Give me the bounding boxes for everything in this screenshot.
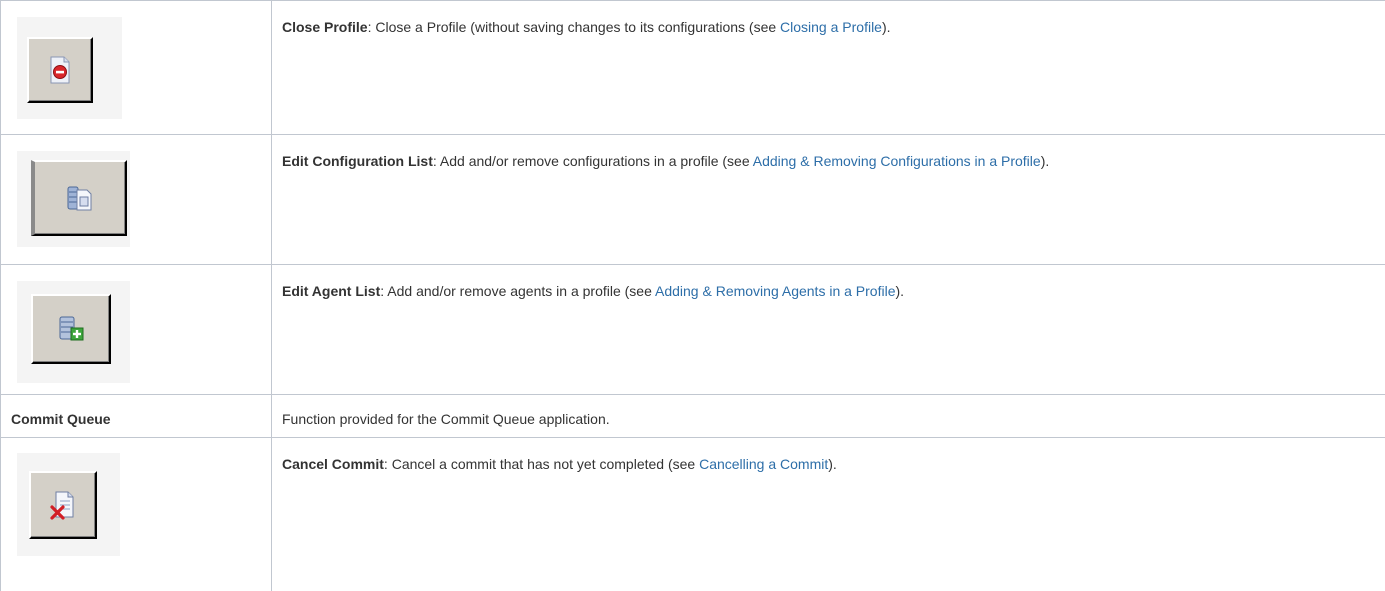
description-text: Add and/or remove agents in a profile (s… <box>387 283 655 299</box>
table-row: Cancel Commit: Cancel a commit that has … <box>1 438 1385 591</box>
description-cell: Cancel Commit: Cancel a commit that has … <box>272 438 1385 591</box>
icon-cell <box>1 265 272 395</box>
term-label: Edit Agent List <box>282 283 380 299</box>
section-label-cell: Commit Queue <box>1 395 272 438</box>
icon-frame <box>17 281 130 383</box>
icon-frame <box>17 151 130 247</box>
table-row: Commit Queue Function provided for the C… <box>1 395 1385 438</box>
section-description: Function provided for the Commit Queue a… <box>282 411 610 427</box>
description-text: Cancel a commit that has not yet complet… <box>392 456 699 472</box>
cancel-commit-icon <box>49 490 77 520</box>
adding-removing-agents-link[interactable]: Adding & Removing Agents in a Profile <box>655 283 895 299</box>
edit-configuration-list-icon <box>65 183 95 213</box>
edit-agent-list-button[interactable] <box>31 294 111 364</box>
table-row: Edit Configuration List: Add and/or remo… <box>1 135 1385 265</box>
closing-a-profile-link[interactable]: Closing a Profile <box>780 19 882 35</box>
icon-cell <box>1 438 272 591</box>
section-label: Commit Queue <box>11 411 111 427</box>
term-separator: : <box>433 153 440 169</box>
cancelling-a-commit-link[interactable]: Cancelling a Commit <box>699 456 828 472</box>
toolbar-reference-table: Close Profile: Close a Profile (without … <box>0 0 1385 591</box>
term-label: Close Profile <box>282 19 368 35</box>
description-tail: ). <box>895 283 904 299</box>
description-tail: ). <box>1041 153 1050 169</box>
close-profile-button[interactable] <box>27 37 93 103</box>
section-description-cell: Function provided for the Commit Queue a… <box>272 395 1385 438</box>
term-label: Edit Configuration List <box>282 153 433 169</box>
term-separator: : <box>384 456 392 472</box>
table-row: Edit Agent List: Add and/or remove agent… <box>1 265 1385 395</box>
cancel-commit-button[interactable] <box>29 471 97 539</box>
table-row: Close Profile: Close a Profile (without … <box>1 1 1385 135</box>
description-tail: ). <box>882 19 891 35</box>
description-cell: Edit Configuration List: Add and/or remo… <box>272 135 1385 265</box>
icon-frame <box>17 453 120 556</box>
edit-configuration-list-button[interactable] <box>31 160 127 236</box>
icon-cell <box>1 135 272 265</box>
icon-cell <box>1 1 272 135</box>
description-text: Add and/or remove configurations in a pr… <box>440 153 753 169</box>
description-cell: Edit Agent List: Add and/or remove agent… <box>272 265 1385 395</box>
edit-agent-list-icon <box>56 314 86 344</box>
description-cell: Close Profile: Close a Profile (without … <box>272 1 1385 135</box>
term-label: Cancel Commit <box>282 456 384 472</box>
description-text: Close a Profile (without saving changes … <box>375 19 780 35</box>
description-tail: ). <box>828 456 837 472</box>
adding-removing-configurations-link[interactable]: Adding & Removing Configurations in a Pr… <box>753 153 1041 169</box>
icon-frame <box>17 17 122 119</box>
close-profile-icon <box>46 55 74 85</box>
